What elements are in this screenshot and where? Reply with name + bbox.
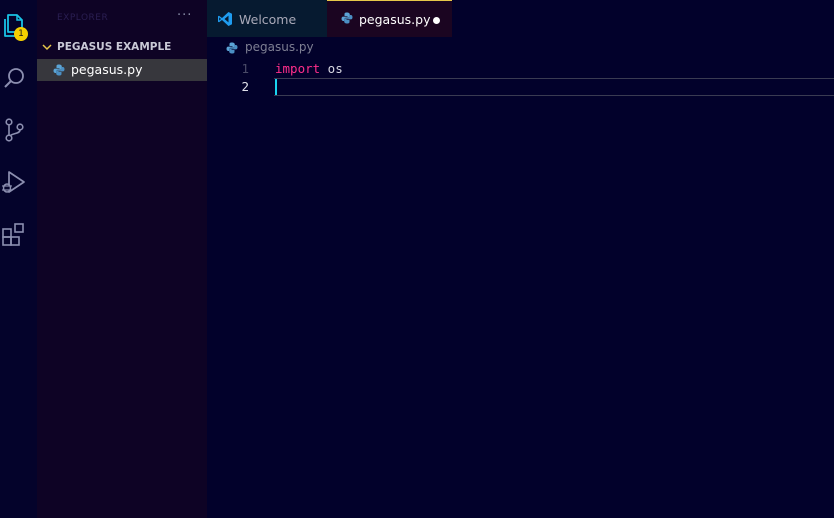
line-number: 2	[241, 79, 249, 94]
extensions-button[interactable]	[0, 220, 28, 248]
activity-bar: 1	[0, 0, 37, 518]
chevron-down-icon	[42, 44, 52, 51]
folder-row[interactable]: PEGASUS EXAMPLE	[37, 38, 207, 58]
search-button[interactable]	[0, 64, 28, 92]
breadcrumb-file: pegasus.py	[245, 40, 314, 54]
run-debug-button[interactable]	[0, 168, 28, 196]
tab-label-welcome: Welcome	[239, 12, 297, 27]
explorer-badge: 1	[14, 27, 28, 41]
extensions-icon	[2, 223, 24, 246]
tab-bar: Welcome pegasus.py	[207, 0, 834, 37]
text-cursor	[275, 79, 277, 95]
sidebar-header: EXPLORER ···	[37, 0, 207, 38]
file-name: pegasus.py	[71, 62, 143, 77]
source-control-button[interactable]	[0, 116, 28, 144]
run-debug-icon	[2, 171, 25, 193]
search-icon	[4, 68, 24, 88]
python-icon	[53, 64, 65, 76]
current-line-highlight	[274, 78, 834, 96]
source-control-icon	[5, 118, 24, 142]
code-editor[interactable]: 1 2 import os	[207, 59, 834, 518]
python-icon	[341, 12, 353, 24]
keyword-token: import	[275, 61, 321, 76]
vscode-icon	[218, 12, 232, 26]
identifier-token: os	[320, 61, 343, 76]
file-item-pegasus[interactable]: pegasus.py	[37, 59, 207, 81]
code-line[interactable]: import os	[275, 61, 343, 76]
unsaved-dot[interactable]	[433, 17, 440, 24]
explorer-sidebar: EXPLORER ··· PEGASUS EXAMPLE pegasus.py	[37, 0, 207, 518]
python-icon	[226, 42, 238, 54]
tab-pegasus[interactable]: pegasus.py	[327, 0, 452, 37]
tab-welcome[interactable]: Welcome	[207, 0, 327, 37]
vscode-window: 1 EXPLORER ··· PEGASUS EXAMPLE pegasus.p…	[0, 0, 834, 518]
folder-name: PEGASUS EXAMPLE	[57, 41, 172, 53]
tab-label-pegasus: pegasus.py	[359, 12, 431, 27]
line-number: 1	[241, 61, 249, 76]
sidebar-title: EXPLORER	[57, 13, 109, 23]
more-actions-button[interactable]: ···	[177, 8, 192, 23]
